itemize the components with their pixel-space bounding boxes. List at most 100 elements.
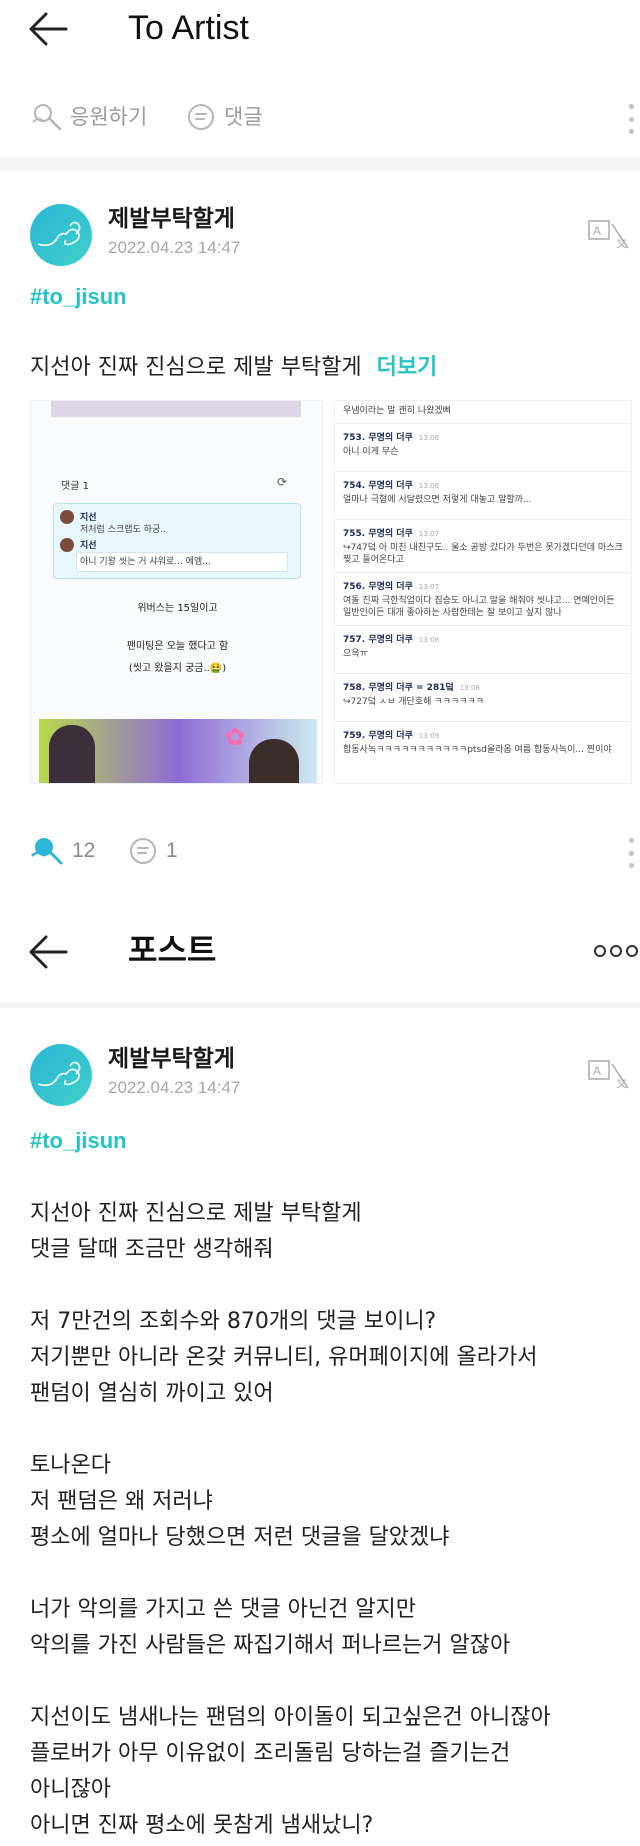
post-line: 지선아 진짜 진심으로 제발 부탁할게 [30,1201,362,1226]
thread-comment: 753. 무명의 더쿠 13:06 아니 이게 무슨 [335,423,631,471]
post-line: 저기뿐만 아니라 온갖 커뮤니티, 유머페이지에 올라가서 [30,1345,538,1370]
post-stats-bar: 12 1 [0,830,640,870]
page-title: 포스트 [128,931,217,969]
thread-comment-text: 얼마나 극혐에 시달렸으면 저렇게 대놓고 말할까... [343,495,532,505]
thread-comment-time: 13:09 [418,732,440,740]
thread-comment-time: 13:06 [418,482,440,490]
thread-comment-time: 13:06 [418,434,440,442]
post-preview: 지선아 진짜 진심으로 제발 부탁할게 더보기 [30,350,437,386]
more-options-icon[interactable] [628,104,634,134]
cheer-icon [30,102,64,132]
thread-comment-time: 13:08 [459,684,480,692]
top-app-bar: To Artist [0,0,640,60]
thread-comment-text: 아니 이게 무슨 [343,447,399,457]
post-line: 평소에 얼마나 당했으면 저런 댓글을 달았겠냐 [30,1525,450,1550]
comment-icon [128,836,160,866]
comment-count: 1 [166,839,178,862]
thread-comment: 756. 무명의 더쿠 13:07 여돌 진짜 극한직업이다 짐승도 아니고 말을 … [335,572,631,625]
cheer-filled-icon [30,836,64,866]
caption-line: (씻고 왔을지 궁금..🤮) [128,663,227,674]
comment-count: 댓글 1 [61,481,89,492]
post-action-bar: 응원하기 댓글 [0,96,640,140]
post-date: 2022.04.23 14:47 [108,238,241,257]
translate-icon[interactable]: A文 [588,1060,632,1090]
thread-comment-time: 13:08 [418,636,440,644]
back-arrow-icon[interactable] [28,12,68,46]
post-date: 2022.04.23 14:47 [108,1078,241,1097]
attached-image-left[interactable]: 댓글 1 ⟳ 지선 저처럼 스크랩도 하궁.. 지선 아니 기왕 씻는 거 샤워… [30,400,323,784]
image-top-strip [51,401,301,417]
author-avatar[interactable] [30,204,92,266]
post-line: 아니잖아 [30,1777,111,1802]
more-menu-icon[interactable] [594,945,638,959]
post-line: 저 팬덤은 왜 저러냐 [30,1489,213,1514]
thread-comment-text: 합동사녹ㅋㅋㅋㅋㅋㅋㅋㅋㅋㅋㅋptsd올라옴 여름 합동사녹이... 찐이야 [343,745,612,755]
commenter-avatar [60,538,74,552]
post-line: 저 7만건의 조회수와 870개의 댓글 보이니? [30,1309,437,1334]
post-line: 아니면 진짜 평소에 못참게 냄새났니? [30,1813,374,1838]
hashtag[interactable]: #to_jisun [30,1128,127,1154]
author-name[interactable]: 제발부탁할게 [108,1044,235,1074]
thread-comment: 758. 무명의 더쿠 = 281덬 13:08 ↪727덬 ㅅㅂ 개단호해 ㅋㅋㅋ… [335,673,631,721]
post-preview-text: 지선아 진짜 진심으로 제발 부탁할게 [30,355,362,380]
thread-comment-head: 757. 무명의 더쿠 [343,635,413,645]
comment-count-button[interactable]: 1 [128,836,178,866]
section-divider [0,1002,640,1008]
thread-comment-time: 13:07 [418,583,440,591]
svg-text:文: 文 [616,236,627,250]
thread-comment-head: 758. 무명의 더쿠 = 281덬 [343,683,454,693]
comment-box: 지선 저처럼 스크랩도 하궁.. 지선 아니 기왕 씻는 거 샤워로... 에엠… [53,503,301,579]
page-title: To Artist [128,9,249,47]
thread-comment-time: 13:07 [418,530,440,538]
comment-text: 아니 기왕 씻는 거 샤워로... 에엠... [80,557,211,567]
thread-comment-head: 755. 무명의 더쿠 [343,529,413,539]
thread-list: 753. 무명의 더쿠 13:06 아니 이게 무슨 754. 무명의 더쿠 13:06… [335,423,631,769]
comment-label: 댓글 [224,105,263,129]
section-divider [0,158,640,170]
comment-button[interactable]: 댓글 [186,102,263,132]
author-avatar[interactable] [30,1044,92,1106]
post-line: 악의를 가진 사람들은 짜집기해서 퍼나르는거 알잖아 [30,1633,511,1658]
cheer-button[interactable]: 응원하기 [30,102,147,132]
thread-comment-head: 753. 무명의 더쿠 [343,433,413,443]
comment-name: 지선 [80,513,97,523]
caption-line: 위버스는 15일이고 [137,603,218,614]
post-body: 지선아 진짜 진심으로 제발 부탁할게댓글 달때 조금만 생각해줘저 7만건의 … [30,1196,620,1844]
thread-comment: 759. 무명의 더쿠 13:09 합동사녹ㅋㅋㅋㅋㅋㅋㅋㅋㅋㅋㅋptsd올라옴 여… [335,721,631,769]
thread-comment-text: ↪727덬 ㅅㅂ 개단호해 ㅋㅋㅋㅋㅋㅋ [343,697,484,707]
thread-comment: 754. 무명의 더쿠 13:06 얼마나 극혐에 시달렸으면 저렇게 대놓고 말할… [335,471,631,519]
commenter-avatar [60,510,74,524]
svg-text:A: A [593,1064,601,1078]
hashtag[interactable]: #to_jisun [30,284,127,310]
refresh-icon: ⟳ [277,475,288,489]
comment-name: 지선 [80,541,97,551]
thread-comment-head: 754. 무명의 더쿠 [343,481,413,491]
post-line: 팬덤이 열심히 까이고 있어 [30,1381,274,1406]
banner-image: ✿ [39,719,317,783]
back-arrow-icon[interactable] [28,935,68,969]
like-button[interactable]: 12 [30,836,95,866]
thread-comment-text: 여돌 진짜 극한직업이다 짐승도 아니고 말을 해줘야 씻냐고... 연예인이든… [343,596,615,618]
thread-comment-head: 756. 무명의 더쿠 [343,582,413,592]
post-line: 토나온다 [30,1453,111,1478]
svg-text:A: A [593,224,601,238]
caption-line: 팬미팅은 오늘 했다고 함 [126,641,229,652]
post-line: 지선이도 냄새나는 팬덤의 아이돌이 되고싶은건 아니잖아 [30,1705,551,1730]
more-options-icon[interactable] [628,838,634,868]
author-name[interactable]: 제발부탁할게 [108,204,235,234]
post-line: 플로버가 아무 이유없이 조리돌림 당하는걸 즐기는건 [30,1741,511,1766]
post-line: 너가 악의를 가지고 쓴 댓글 아닌건 알지만 [30,1597,417,1622]
read-more-link[interactable]: 더보기 [377,355,438,380]
thread-comment: 757. 무명의 더쿠 13:08 으윽ㅠ [335,625,631,673]
attached-image-right[interactable]: 우냄이라는 말 괜히 나왔겠삐 753. 무명의 더쿠 13:06 아니 이게 무슨… [334,400,632,784]
post-line: 댓글 달때 조금만 생각해줘 [30,1237,274,1262]
svg-text:文: 文 [616,1076,627,1090]
translate-icon[interactable]: A文 [588,220,632,250]
cheer-label: 응원하기 [70,105,148,129]
thread-comment-head: 759. 무명의 더쿠 [343,731,413,741]
thread-comment-text: 으윽ㅠ [343,649,368,659]
